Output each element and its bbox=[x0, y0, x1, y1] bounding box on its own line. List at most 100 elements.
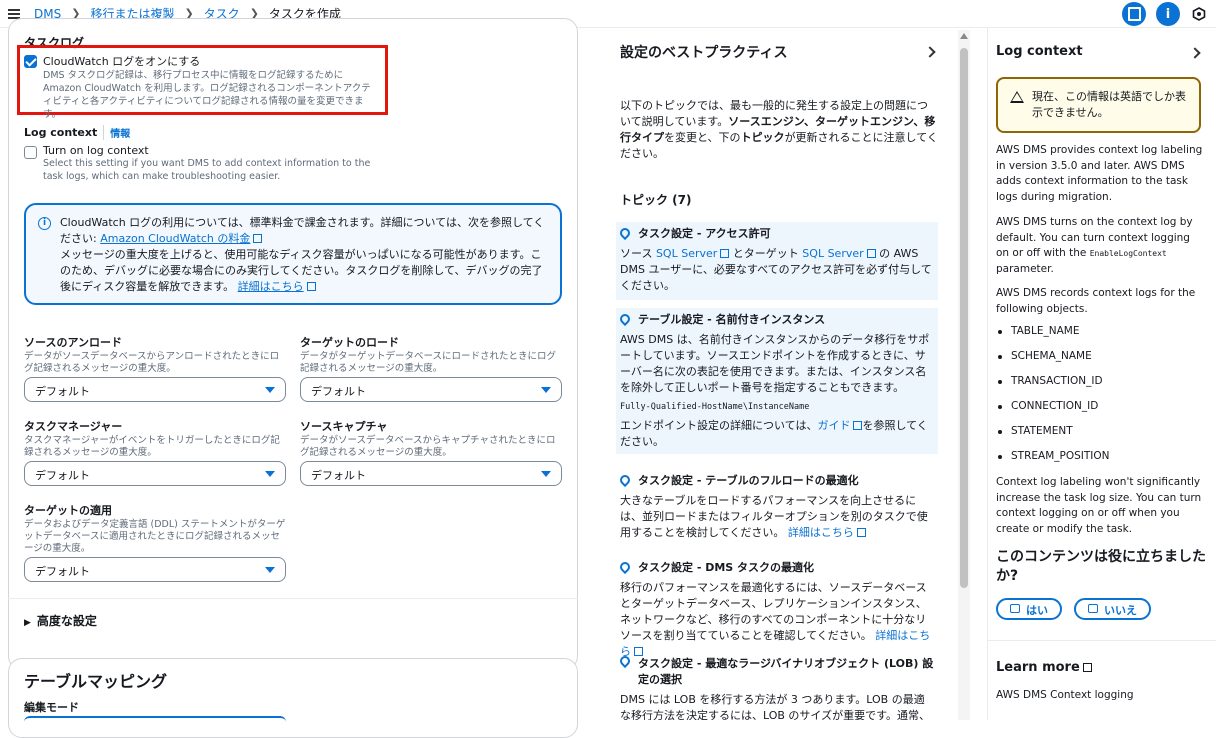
chevron-right-icon[interactable] bbox=[924, 46, 936, 58]
topic-permissions: タスク設定 - アクセス許可 ソース SQL Server とターゲット SQL… bbox=[616, 222, 938, 300]
target-apply-label: ターゲットの適用 bbox=[24, 504, 112, 517]
external-link-icon bbox=[866, 249, 876, 258]
topic-full-load: タスク設定 - テーブルのフルロードの最適化 大きなテーブルをロードするパフォー… bbox=[616, 469, 938, 543]
divider bbox=[988, 640, 1216, 641]
full-load-learn-more-link[interactable]: 詳細はこちら bbox=[788, 526, 854, 539]
target-load-desc: データがターゲットデータベースにロードされたときにログ記録されるメッセージの重大… bbox=[300, 351, 557, 374]
topic-named-instance: テーブル設定 - 名前付きインスタンス AWS DMS は、名前付きインスタンス… bbox=[616, 308, 938, 454]
target-load-value: デフォルト bbox=[311, 385, 366, 398]
source-capture-label: ソースキャプチャ bbox=[300, 420, 388, 433]
source-unload-value: デフォルト bbox=[35, 385, 90, 398]
list-item: TRANSACTION_ID bbox=[996, 375, 1110, 400]
hamburger-menu-icon[interactable] bbox=[8, 8, 20, 19]
topic-title: テーブル設定 - 名前付きインスタンス bbox=[638, 313, 826, 326]
intro-bold-2: トピック bbox=[740, 131, 785, 144]
scrollbar[interactable] bbox=[958, 30, 970, 720]
chevron-right-icon[interactable] bbox=[1189, 47, 1201, 59]
task-manager-value: デフォルト bbox=[35, 469, 90, 482]
triangle-right-icon: ▶ bbox=[24, 618, 31, 628]
external-link-icon bbox=[306, 282, 316, 291]
info-circle-icon: i bbox=[38, 217, 51, 230]
log-context-description: Select this setting if you want DMS to a… bbox=[43, 158, 371, 182]
target-apply-field: ターゲットの適用 データおよびデータ定義言語 (DDL) ステートメントがターゲ… bbox=[24, 502, 286, 555]
target-apply-select[interactable]: デフォルト bbox=[24, 557, 286, 582]
source-unload-select[interactable]: デフォルト bbox=[24, 377, 286, 402]
table-mapping-heading: テーブルマッピング bbox=[24, 672, 168, 691]
warning-triangle-icon bbox=[1010, 91, 1024, 103]
task-settings-panel: タスクログ CloudWatch ログをオンにする DMS タスクログ記録は、移… bbox=[0, 18, 596, 738]
topic-lob: タスク設定 - 最適なラージバイナリオブジェクト (LOB) 設定の選択 DMS… bbox=[616, 652, 938, 720]
topic-dms-optimize: タスク設定 - DMS タスクの最適化 移行のパフォーマンスを最適化するには、ソ… bbox=[616, 556, 938, 658]
log-context-panel-title: Log context bbox=[996, 44, 1083, 59]
location-pin-icon bbox=[620, 228, 630, 240]
task-manager-label: タスクマネージャー bbox=[24, 420, 123, 433]
source-capture-select[interactable]: デフォルト bbox=[300, 461, 562, 486]
log-context-help-panel: Log context 現在、この情報は英語でしか表示できません。 AWS DM… bbox=[987, 28, 1216, 720]
caret-down-icon bbox=[541, 387, 551, 393]
info-panel-button[interactable]: i bbox=[1156, 2, 1180, 26]
log-context-info-link[interactable]: 情報 bbox=[103, 125, 130, 140]
paragraph-4: Context log labeling won't significantly… bbox=[996, 476, 1202, 535]
topic-title: タスク設定 - アクセス許可 bbox=[638, 227, 771, 240]
target-apply-desc: データおよびデータ定義言語 (DDL) ステートメントがターゲットデータベースに… bbox=[24, 519, 286, 554]
target-load-label: ターゲットのロード bbox=[300, 336, 399, 349]
warning-text: 現在、この情報は英語でしか表示できません。 bbox=[1032, 90, 1186, 119]
location-pin-icon bbox=[620, 475, 630, 487]
alert-learn-more-link[interactable]: 詳細はこちら bbox=[238, 280, 304, 293]
feedback-yes-button[interactable]: はい bbox=[996, 598, 1062, 620]
thumbs-down-icon bbox=[1088, 604, 1098, 613]
topic-text: DMS には LOB を移行する方法が 3 つあります。LOB の最適な移行方法… bbox=[620, 693, 931, 720]
learn-more-heading: Learn more bbox=[996, 660, 1206, 676]
feedback-question: このコンテンツは役に立ちましたか? bbox=[996, 549, 1206, 584]
learn-more-label: Learn more bbox=[996, 660, 1080, 675]
context-logging-doc-link[interactable]: AWS DMS Context logging bbox=[996, 688, 1206, 704]
source-capture-desc: データがソースデータベースからキャプチャされたときにログ記録されるメッセージの重… bbox=[300, 435, 556, 458]
external-link-icon bbox=[253, 234, 263, 243]
list-item: CONNECTION_ID bbox=[996, 400, 1110, 425]
cloudwatch-description: DMS タスクログ記録は、移行プロセス中に情報をログ記録するために Amazon… bbox=[43, 70, 371, 120]
best-practices-intro: 以下のトピックでは、最も一般的に発生する設定上の問題について説明しています。ソー… bbox=[620, 98, 938, 162]
advanced-settings-expander[interactable]: ▶ 高度な設定 bbox=[24, 612, 97, 629]
source-unload-desc: データがソースデータベースからアンロードされたときにログ記録されるメッセージの重… bbox=[24, 351, 280, 374]
list-item: STREAM_POSITION bbox=[996, 450, 1110, 475]
topic-code: Fully-Qualified-HostName\InstanceName bbox=[620, 402, 810, 412]
target-load-select[interactable]: デフォルト bbox=[300, 377, 562, 402]
scrollbar-thumb[interactable] bbox=[960, 48, 968, 588]
task-manager-select[interactable]: デフォルト bbox=[24, 461, 286, 486]
yes-label: はい bbox=[1026, 604, 1048, 617]
topic-title: タスク設定 - 最適なラージバイナリオブジェクト (LOB) 設定の選択 bbox=[638, 657, 934, 686]
english-only-warning: 現在、この情報は英語でしか表示できません。 bbox=[996, 77, 1201, 133]
intro-text-2: を変更と、下の bbox=[664, 131, 741, 144]
location-pin-icon bbox=[620, 562, 630, 574]
cloudwatch-checkbox[interactable] bbox=[24, 55, 37, 68]
feedback-no-button[interactable]: いいえ bbox=[1074, 598, 1151, 620]
task-manager-desc: タスクマネージャーがイベントをトリガーしたときにログ記録されるメッセージの重大度… bbox=[24, 435, 280, 458]
divider bbox=[8, 598, 578, 599]
caret-down-icon bbox=[265, 567, 275, 573]
paragraph-2-tail: parameter. bbox=[996, 262, 1054, 275]
cloudwatch-info-alert: i CloudWatch ログの利用については、標準料金で課金されます。詳細につ… bbox=[24, 203, 562, 305]
log-context-checkbox-row[interactable]: Turn on log context Select this setting … bbox=[24, 144, 374, 183]
settings-hexagon-icon[interactable] bbox=[1190, 5, 1208, 23]
topic-text: エンドポイント設定の詳細については、 bbox=[620, 419, 818, 432]
log-context-heading: Log context bbox=[24, 126, 98, 139]
guide-link[interactable]: ガイド bbox=[817, 419, 850, 432]
source-unload-label: ソースのアンロード bbox=[24, 336, 123, 349]
cloudwatch-checkbox-row[interactable]: CloudWatch ログをオンにする DMS タスクログ記録は、移行プロセス中… bbox=[24, 53, 380, 121]
log-context-checkbox[interactable] bbox=[24, 146, 37, 159]
caret-down-icon bbox=[265, 387, 275, 393]
topic-title: タスク設定 - DMS タスクの最適化 bbox=[638, 561, 815, 574]
scroll-up-arrow-icon[interactable] bbox=[960, 33, 968, 39]
external-link-icon bbox=[1082, 663, 1092, 672]
cloudwatch-pricing-link[interactable]: Amazon CloudWatch の料金 bbox=[100, 232, 250, 245]
edit-mode-option[interactable] bbox=[24, 716, 286, 722]
source-capture-value: デフォルト bbox=[311, 469, 366, 482]
target-sqlserver-link[interactable]: SQL Server bbox=[802, 247, 863, 260]
topic-text: 大きなテーブルをロードするパフォーマンスを向上させるには、並列ロードまたはフィル… bbox=[620, 494, 928, 539]
source-sqlserver-link[interactable]: SQL Server bbox=[656, 247, 717, 260]
topic-title: タスク設定 - テーブルのフルロードの最適化 bbox=[638, 474, 859, 487]
caret-down-icon bbox=[541, 471, 551, 477]
topic-text: AWS DMS は、名前付きインスタンスからのデータ移行をサポートしています。ソ… bbox=[620, 333, 930, 394]
list-item: STATEMENT bbox=[996, 425, 1110, 450]
split-panel-button[interactable] bbox=[1122, 2, 1146, 26]
